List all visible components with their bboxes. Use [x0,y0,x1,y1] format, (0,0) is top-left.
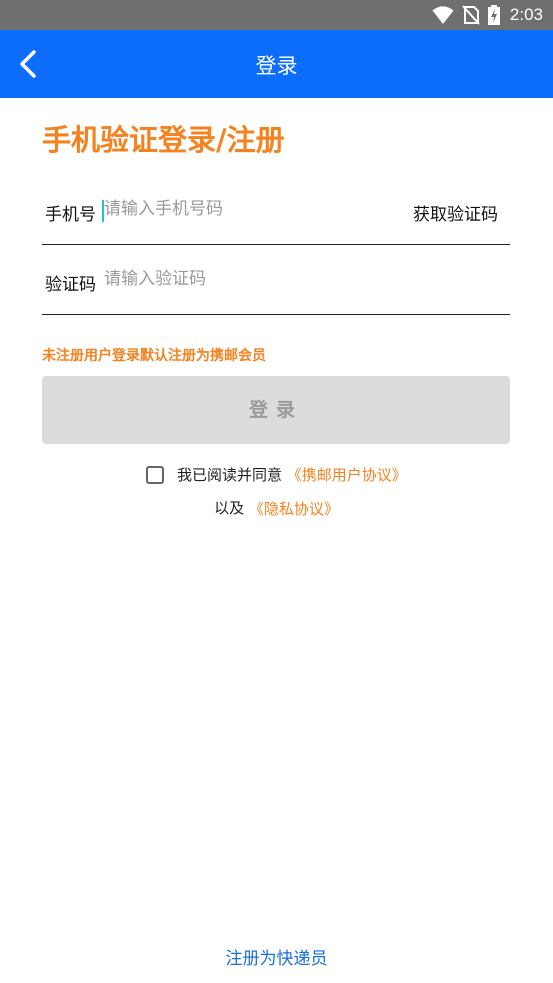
phone-label: 手机号 [45,205,96,225]
code-input[interactable] [102,264,406,294]
user-agreement-link[interactable]: 《携邮用户协议》 [287,466,407,484]
status-bar: 2:03 [0,0,553,30]
no-sim-icon [462,5,480,25]
phone-row: 手机号 获取验证码 [42,174,510,245]
page-title: 登录 [255,54,298,78]
agreement-prefix: 我已阅读并同意 [176,466,282,484]
agreement-line-2: 以及 《隐私协议》 [0,497,553,519]
code-label: 验证码 [45,275,96,295]
register-courier-link[interactable]: 注册为快递员 [0,944,553,969]
agree-checkbox[interactable] [146,465,165,484]
register-notice: 未注册用户登录默认注册为携邮会员 [42,348,266,364]
battery-charging-icon [488,5,500,25]
status-time: 2:03 [509,5,543,24]
agreement-line: 我已阅读并同意 《携邮用户协议》 [0,464,553,485]
headline: 手机验证登录/注册 [42,123,285,157]
agreement-and: 以及 [214,499,245,517]
text-cursor [102,200,104,222]
app-bar: 登录 [0,30,553,98]
phone-input[interactable] [102,194,406,224]
login-button[interactable]: 登录 [42,376,510,444]
privacy-link[interactable]: 《隐私协议》 [249,500,339,518]
wifi-icon [432,6,454,24]
get-code-button[interactable]: 获取验证码 [413,200,498,225]
code-row: 验证码 [42,244,510,315]
